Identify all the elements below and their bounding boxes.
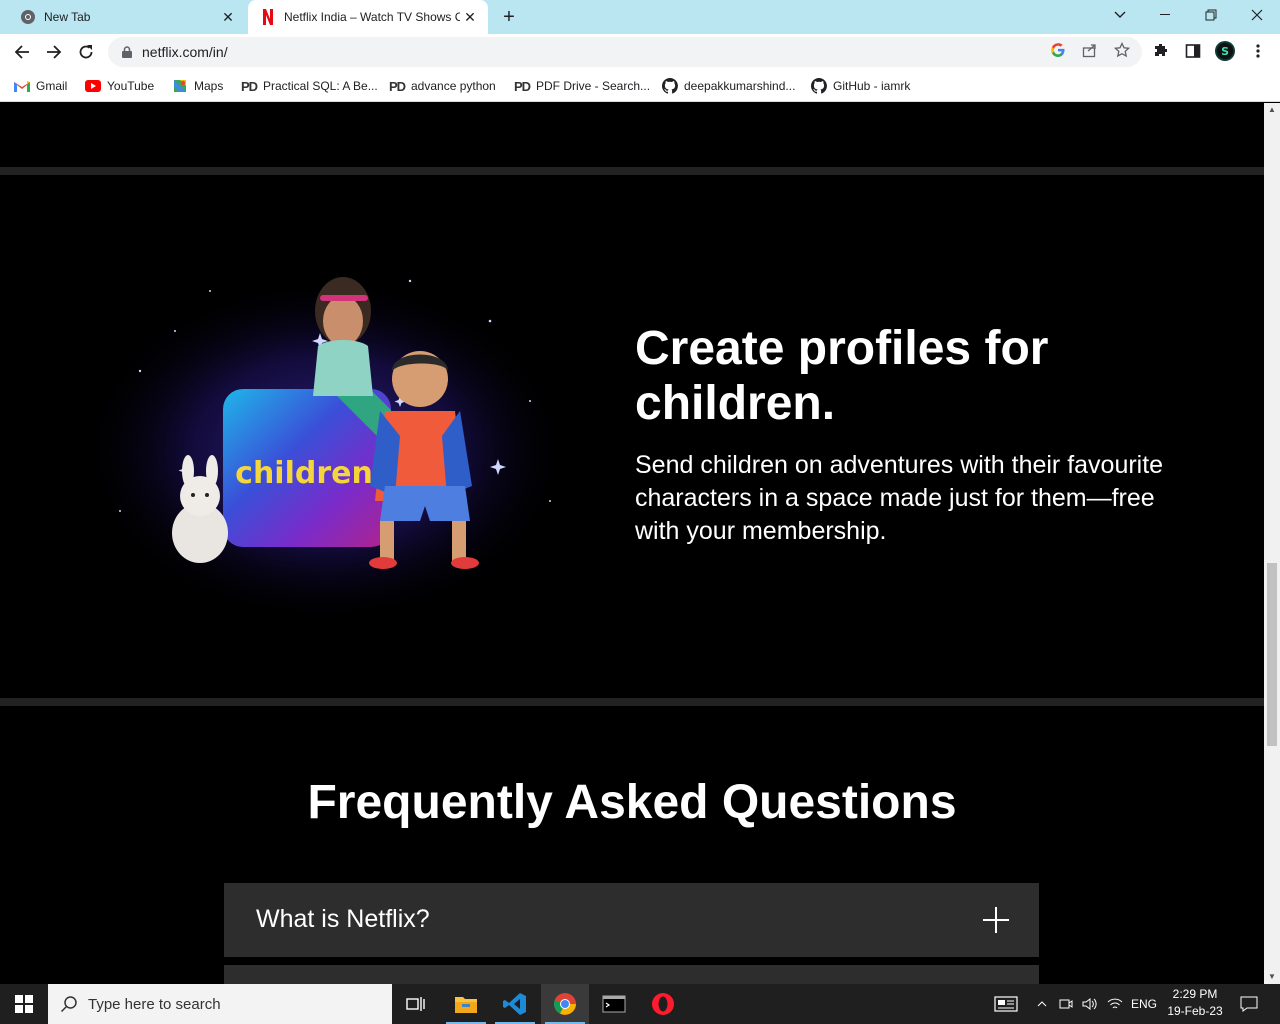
taskbar-search-box[interactable]: Type here to search bbox=[48, 984, 392, 1024]
lock-icon[interactable] bbox=[120, 45, 134, 59]
side-panel-icon[interactable] bbox=[1183, 41, 1203, 61]
back-button[interactable] bbox=[8, 38, 36, 66]
address-bar[interactable]: netflix.com/in/ bbox=[108, 37, 1142, 67]
scroll-up-arrow-icon[interactable]: ▲ bbox=[1264, 103, 1280, 117]
netflix-icon bbox=[260, 9, 276, 25]
browser-toolbar: netflix.com/in/ bbox=[0, 34, 1280, 70]
url-text[interactable]: netflix.com/in/ bbox=[142, 44, 228, 60]
feature-subtitle: Send children on adventures with their f… bbox=[635, 451, 1164, 545]
bookmark-label: deepakkumarshind... bbox=[684, 79, 796, 93]
minimize-button[interactable] bbox=[1142, 0, 1188, 30]
windows-start-button[interactable] bbox=[0, 984, 48, 1024]
bookmark-label: YouTube bbox=[107, 79, 155, 93]
github-icon bbox=[662, 78, 678, 94]
new-tab-button[interactable]: + bbox=[497, 6, 521, 28]
tab-title: New Tab bbox=[44, 10, 91, 24]
bookmark-pdf-drive[interactable]: PD PDF Drive - Search... bbox=[514, 76, 650, 96]
section-divider bbox=[0, 698, 1264, 706]
page-scrollbar[interactable]: ▲ ▼ bbox=[1264, 103, 1280, 984]
terminal-icon[interactable] bbox=[590, 984, 638, 1024]
faq-heading: Frequently Asked Questions bbox=[307, 776, 957, 829]
bookmark-star-icon[interactable] bbox=[1114, 42, 1130, 58]
language-indicator[interactable]: ENG bbox=[1128, 984, 1160, 1024]
chrome-taskbar-icon[interactable] bbox=[541, 984, 589, 1024]
meet-now-icon[interactable] bbox=[1056, 984, 1076, 1024]
maps-icon bbox=[172, 78, 188, 94]
share-icon[interactable] bbox=[1082, 42, 1098, 58]
netflix-page: children Create profiles for children. S… bbox=[0, 103, 1264, 984]
bookmark-label: GitHub - iamrk bbox=[833, 79, 911, 93]
forward-button[interactable] bbox=[40, 38, 68, 66]
extensions-icon[interactable] bbox=[1151, 41, 1171, 61]
bookmark-github-iamrk[interactable]: GitHub - iamrk bbox=[811, 76, 910, 96]
tab-new-tab[interactable]: New Tab ✕ bbox=[8, 0, 246, 34]
close-window-button[interactable] bbox=[1234, 0, 1280, 30]
bookmarks-bar: Gmail YouTube Maps PD Practical SQL: A B… bbox=[0, 70, 1280, 102]
restore-button[interactable] bbox=[1188, 0, 1234, 30]
bookmark-advance-python[interactable]: PD advance python bbox=[389, 76, 496, 96]
clock-time: 2:29 PM bbox=[1172, 987, 1218, 1001]
search-placeholder: Type here to search bbox=[88, 995, 221, 1013]
volume-icon[interactable] bbox=[1080, 984, 1100, 1024]
close-tab-icon[interactable]: ✕ bbox=[460, 7, 480, 27]
show-hidden-icons-chevron-icon[interactable] bbox=[1032, 984, 1052, 1024]
children-logo-text: children bbox=[235, 456, 373, 491]
github-icon bbox=[811, 78, 827, 94]
faq-item-next[interactable] bbox=[224, 965, 1039, 984]
notifications-icon[interactable] bbox=[1234, 984, 1264, 1024]
faq-item-what-is-netflix[interactable]: What is Netflix? bbox=[224, 883, 1039, 957]
opera-icon[interactable] bbox=[639, 984, 687, 1024]
chrome-menu-icon[interactable] bbox=[1248, 41, 1268, 61]
tab-netflix[interactable]: Netflix India – Watch TV Shows C ✕ bbox=[248, 0, 488, 34]
browser-tab-strip: New Tab ✕ Netflix India – Watch TV Shows… bbox=[0, 0, 1280, 34]
faq-question: What is Netflix? bbox=[256, 905, 430, 933]
bookmark-deepakkumarshind[interactable]: deepakkumarshind... bbox=[662, 76, 795, 96]
task-view-icon[interactable] bbox=[392, 984, 440, 1024]
news-widget-icon[interactable] bbox=[990, 984, 1022, 1024]
gmail-icon bbox=[14, 78, 30, 94]
tab-search-icon[interactable] bbox=[1097, 0, 1143, 30]
bookmark-label: Gmail bbox=[36, 79, 68, 93]
bookmark-label: Maps bbox=[194, 79, 224, 93]
youtube-icon bbox=[85, 78, 101, 94]
file-explorer-icon[interactable] bbox=[442, 984, 490, 1024]
system-clock[interactable]: 2:29 PM 19-Feb-23 bbox=[1160, 986, 1230, 1020]
profile-initial: S bbox=[1221, 45, 1229, 58]
bookmark-youtube[interactable]: YouTube bbox=[85, 76, 154, 96]
bookmark-gmail[interactable]: Gmail bbox=[14, 76, 67, 96]
wifi-icon[interactable] bbox=[1104, 984, 1126, 1024]
google-icon[interactable] bbox=[1050, 42, 1066, 58]
plus-icon[interactable] bbox=[981, 905, 1011, 935]
pdf-drive-icon: PD bbox=[388, 78, 406, 94]
chrome-icon bbox=[20, 9, 36, 25]
clock-date: 19-Feb-23 bbox=[1167, 1004, 1223, 1018]
tab-title: Netflix India – Watch TV Shows C bbox=[284, 10, 460, 24]
search-icon bbox=[60, 995, 78, 1013]
pdf-drive-icon: PD bbox=[240, 78, 258, 94]
scroll-down-arrow-icon[interactable]: ▼ bbox=[1264, 970, 1280, 984]
close-tab-icon[interactable]: ✕ bbox=[218, 7, 238, 27]
section-divider bbox=[0, 167, 1264, 175]
feature-title: Create profiles for children. bbox=[635, 322, 1049, 430]
windows-taskbar: Type here to search ENG 2:29 PM 19-Feb-2… bbox=[0, 984, 1280, 1024]
bookmark-label: PDF Drive - Search... bbox=[536, 79, 651, 93]
vscode-icon[interactable] bbox=[491, 984, 539, 1024]
bookmark-practical-sql[interactable]: PD Practical SQL: A Be... bbox=[241, 76, 378, 96]
reload-button[interactable] bbox=[72, 38, 100, 66]
bookmark-label: advance python bbox=[411, 79, 496, 93]
kids-profile-illustration: children bbox=[80, 251, 570, 626]
bookmark-label: Practical SQL: A Be... bbox=[263, 79, 378, 93]
bookmark-maps[interactable]: Maps bbox=[172, 76, 223, 96]
profile-avatar[interactable]: S bbox=[1215, 41, 1235, 61]
scrollbar-thumb[interactable] bbox=[1267, 563, 1277, 746]
pdf-drive-icon: PD bbox=[513, 78, 531, 94]
